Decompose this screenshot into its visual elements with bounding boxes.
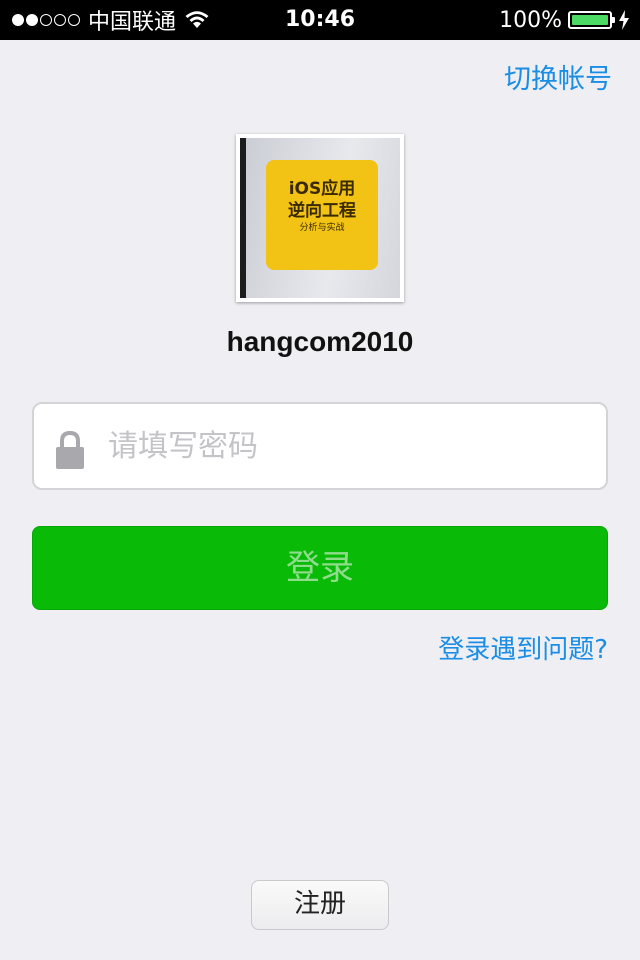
- battery-icon: [568, 11, 615, 29]
- charging-bolt-icon: [619, 10, 629, 30]
- login-button[interactable]: 登录: [32, 526, 608, 610]
- login-problem-link[interactable]: 登录遇到问题?: [438, 630, 608, 670]
- avatar: iOS应用 逆向工程 分析与实战: [236, 134, 404, 302]
- password-field[interactable]: [32, 402, 608, 490]
- lock-icon: [56, 430, 84, 469]
- status-right: 100%: [499, 0, 630, 40]
- register-button[interactable]: 注册: [251, 880, 389, 930]
- switch-account-link[interactable]: 切换帐号: [504, 60, 612, 100]
- password-input[interactable]: [108, 404, 588, 488]
- avatar-cover-title: 逆向工程: [288, 201, 356, 221]
- username: hangcom2010: [226, 326, 414, 357]
- battery-percent: 100%: [499, 7, 562, 33]
- avatar-photo: iOS应用 逆向工程 分析与实战: [240, 138, 400, 298]
- battery-fill: [572, 15, 608, 25]
- avatar-book-cover: iOS应用 逆向工程 分析与实战: [266, 160, 378, 270]
- status-bar: 中国联通 10:46 100%: [0, 0, 640, 40]
- avatar-cover-subtitle: 分析与实战: [299, 223, 345, 233]
